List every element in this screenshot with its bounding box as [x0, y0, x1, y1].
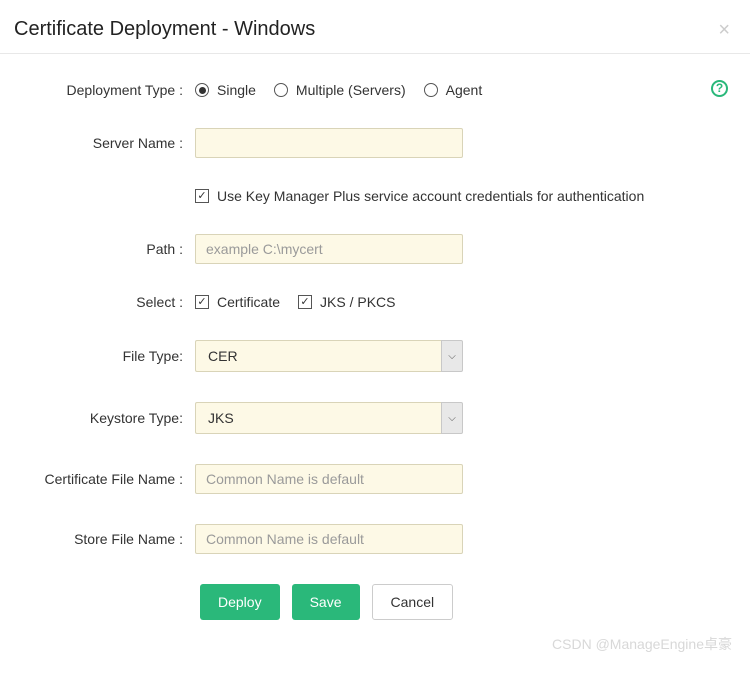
- dialog-header: Certificate Deployment - Windows ×: [0, 0, 750, 54]
- label-cert-file-name: Certificate File Name :: [0, 471, 195, 487]
- radio-icon: [195, 83, 209, 97]
- file-type-value: CER: [195, 340, 441, 372]
- cert-file-name-input[interactable]: [195, 464, 463, 494]
- file-type-select[interactable]: CER ⌵: [195, 340, 463, 372]
- row-deployment-type: Deployment Type : Single Multiple (Serve…: [0, 82, 750, 98]
- close-icon[interactable]: ×: [718, 20, 730, 40]
- form-area: ? Deployment Type : Single Multiple (Ser…: [0, 54, 750, 620]
- keystore-type-value: JKS: [195, 402, 441, 434]
- dialog-title: Certificate Deployment - Windows: [14, 18, 315, 41]
- radio-label: Single: [217, 82, 256, 98]
- select-jks-pkcs-checkbox[interactable]: JKS / PKCS: [298, 294, 395, 310]
- checkbox-icon: [195, 295, 209, 309]
- label-path: Path :: [0, 241, 195, 257]
- cancel-button[interactable]: Cancel: [372, 584, 454, 620]
- checkbox-icon: [195, 189, 209, 203]
- deploy-button[interactable]: Deploy: [200, 584, 280, 620]
- row-file-type: File Type: CER ⌵: [0, 340, 750, 372]
- row-path: Path :: [0, 234, 750, 264]
- row-select: Select : Certificate JKS / PKCS: [0, 294, 750, 310]
- row-server-name: Server Name :: [0, 128, 750, 158]
- save-button[interactable]: Save: [292, 584, 360, 620]
- select-certificate-checkbox[interactable]: Certificate: [195, 294, 280, 310]
- radio-multiple[interactable]: Multiple (Servers): [274, 82, 406, 98]
- path-input[interactable]: [195, 234, 463, 264]
- label-deployment-type: Deployment Type :: [0, 82, 195, 98]
- watermark: CSDN @ManageEngine卓豪: [552, 634, 732, 654]
- keystore-type-select[interactable]: JKS ⌵: [195, 402, 463, 434]
- checkbox-label: Use Key Manager Plus service account cre…: [217, 188, 644, 204]
- checkbox-icon: [298, 295, 312, 309]
- chevron-down-icon: ⌵: [441, 340, 463, 372]
- label-keystore-type: Keystore Type:: [0, 410, 195, 426]
- help-icon[interactable]: ?: [711, 80, 728, 97]
- row-store-file-name: Store File Name :: [0, 524, 750, 554]
- label-store-file-name: Store File Name :: [0, 531, 195, 547]
- radio-icon: [274, 83, 288, 97]
- credentials-checkbox[interactable]: Use Key Manager Plus service account cre…: [195, 188, 644, 204]
- checkbox-label: Certificate: [217, 294, 280, 310]
- store-file-name-input[interactable]: [195, 524, 463, 554]
- row-keystore-type: Keystore Type: JKS ⌵: [0, 402, 750, 434]
- checkbox-label: JKS / PKCS: [320, 294, 395, 310]
- deployment-type-options: Single Multiple (Servers) Agent: [195, 82, 482, 98]
- radio-agent[interactable]: Agent: [424, 82, 483, 98]
- label-server-name: Server Name :: [0, 135, 195, 151]
- radio-icon: [424, 83, 438, 97]
- radio-label: Agent: [446, 82, 483, 98]
- label-select: Select :: [0, 294, 195, 310]
- server-name-input[interactable]: [195, 128, 463, 158]
- radio-label: Multiple (Servers): [296, 82, 406, 98]
- row-cert-file-name: Certificate File Name :: [0, 464, 750, 494]
- label-file-type: File Type:: [0, 348, 195, 364]
- row-credentials: Use Key Manager Plus service account cre…: [0, 188, 750, 204]
- radio-single[interactable]: Single: [195, 82, 256, 98]
- button-row: Deploy Save Cancel: [0, 584, 750, 620]
- chevron-down-icon: ⌵: [441, 402, 463, 434]
